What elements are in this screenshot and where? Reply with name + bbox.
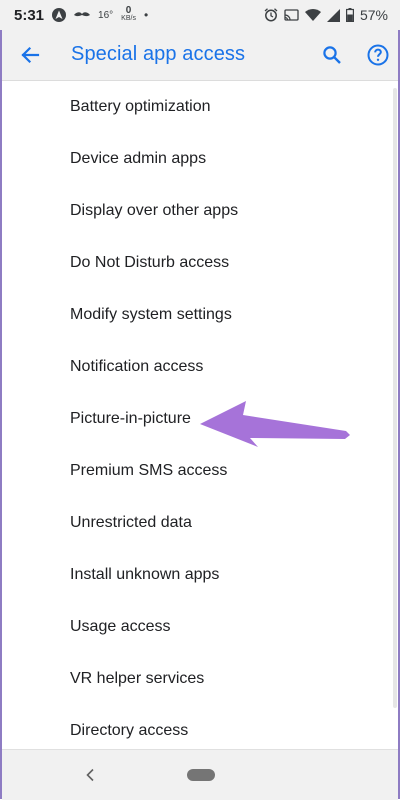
network-speed-unit: KB/s (121, 15, 136, 22)
list-item-unrestricted-data[interactable]: Unrestricted data (2, 497, 398, 549)
list-item-label: Battery optimization (70, 98, 211, 115)
status-bar: 5:31 16° 0 KB/s • 57% (0, 0, 400, 30)
app-bar: Special app access (2, 30, 398, 81)
list-item-label: Install unknown apps (70, 566, 220, 583)
alarm-icon (264, 8, 278, 22)
list-item-label: Usage access (70, 618, 171, 635)
list-item-label: Premium SMS access (70, 462, 228, 479)
back-button[interactable] (16, 41, 44, 69)
status-time: 5:31 (14, 6, 45, 24)
list-item-display-over-other-apps[interactable]: Display over other apps (2, 185, 398, 237)
list-item-label: Unrestricted data (70, 514, 192, 531)
battery-percent: 57% (359, 7, 388, 23)
list-item-premium-sms-access[interactable]: Premium SMS access (2, 445, 398, 497)
chevron-left-icon (86, 768, 94, 782)
mustache-icon (74, 11, 91, 19)
list-item-notification-access[interactable]: Notification access (2, 341, 398, 393)
list-item-device-admin-apps[interactable]: Device admin apps (2, 133, 398, 185)
help-button[interactable] (364, 41, 392, 69)
list-item-label: Display over other apps (70, 202, 239, 219)
list-item-usage-access[interactable]: Usage access (2, 601, 398, 653)
wifi-icon (304, 9, 321, 21)
cast-icon (284, 8, 299, 22)
network-speed: 0 KB/s (121, 5, 136, 23)
page-title: Special app access (71, 43, 246, 65)
search-button[interactable] (318, 41, 346, 69)
search-icon (323, 46, 341, 64)
list-item-vr-helper-services[interactable]: VR helper services (2, 653, 398, 705)
nav-back-button[interactable] (80, 764, 100, 786)
navigation-icon (52, 8, 67, 22)
help-icon (367, 44, 389, 66)
battery-icon (345, 8, 354, 22)
home-pill-icon[interactable] (187, 769, 215, 781)
list-item-modify-system-settings[interactable]: Modify system settings (2, 289, 398, 341)
annotation-arrow (200, 401, 350, 447)
list-item-label: VR helper services (70, 670, 205, 687)
list-item-install-unknown-apps[interactable]: Install unknown apps (2, 549, 398, 601)
network-speed-value: 0 (125, 5, 132, 16)
dot-icon: • (143, 8, 149, 22)
list-item-label: Notification access (70, 358, 204, 375)
list-item-label: Device admin apps (70, 150, 207, 167)
list-item-do-not-disturb-access[interactable]: Do Not Disturb access (2, 237, 398, 289)
navigation-bar (2, 749, 398, 800)
list-item-label: Directory access (70, 722, 189, 739)
arrow-back-icon (21, 46, 40, 64)
list-item-label: Modify system settings (70, 306, 232, 323)
status-temperature: 16° (98, 9, 114, 21)
list-item-battery-optimization[interactable]: Battery optimization (2, 81, 398, 133)
list-item-label: Do Not Disturb access (70, 254, 230, 271)
list-item-label: Picture-in-picture (70, 410, 191, 427)
signal-icon (326, 8, 340, 22)
scrollbar[interactable] (393, 88, 397, 708)
